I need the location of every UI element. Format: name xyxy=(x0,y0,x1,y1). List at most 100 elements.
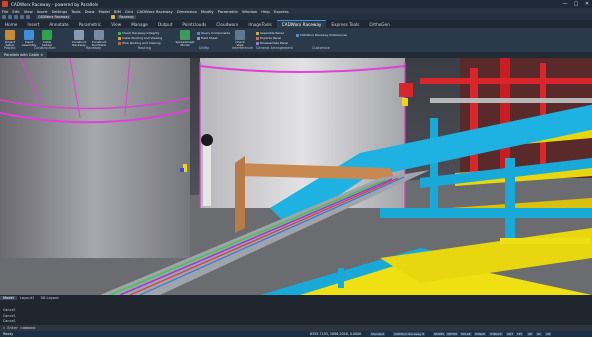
construct-raceway-icon xyxy=(74,30,84,40)
workspace-select[interactable]: CADWorx Raceway xyxy=(36,15,72,19)
construct-ductbank-icon xyxy=(94,30,104,40)
menu-parametric[interactable]: Parametric xyxy=(218,9,239,14)
tab-orthogen[interactable]: OrthoGen xyxy=(364,21,394,28)
disassemble-panel-button[interactable]: Disassemble Panel xyxy=(256,41,288,45)
menu-model[interactable]: Model xyxy=(98,9,109,14)
status-osnap[interactable]: OSNAP xyxy=(474,332,486,336)
project-icon xyxy=(5,30,15,40)
spreadsheet-icon xyxy=(180,30,190,40)
status-sc[interactable]: SC xyxy=(536,332,542,336)
check-integrity-button[interactable]: Check Raceway Integrity xyxy=(118,31,159,35)
menu-cadworx-raceway[interactable]: CADWorx Raceway xyxy=(137,9,173,14)
app-logo-icon xyxy=(2,1,8,7)
status-polar[interactable]: POLAR xyxy=(460,332,472,336)
menu-edit[interactable]: Edit xyxy=(12,9,19,14)
tab-insert[interactable]: Insert xyxy=(22,21,44,28)
explode-icon xyxy=(256,36,259,40)
tab-annotate[interactable]: Annotate xyxy=(44,21,73,28)
status-bar: Ready 6355.7193, 1896.2026, 0.0000 Stand… xyxy=(0,331,592,337)
explode-panel-button[interactable]: Explode Panel xyxy=(256,36,281,40)
status-workspace[interactable]: CADWorx Raceway 8 xyxy=(393,332,426,336)
spreadsheet-model-button[interactable]: Spreadsheet Model xyxy=(176,30,194,48)
tab-parametric[interactable]: Parametric xyxy=(74,21,107,28)
wire-routing-button[interactable]: Wire Routing and Viewing xyxy=(118,41,161,45)
cable-ladder-icon xyxy=(42,30,52,40)
menu-express[interactable]: Express xyxy=(274,9,289,14)
menu-dimension[interactable]: Dimension xyxy=(177,9,197,14)
redo-icon[interactable] xyxy=(26,15,30,19)
panel-label-project: Project xyxy=(4,46,16,50)
tab-imagetools[interactable]: ImageTools xyxy=(243,21,276,28)
status-otrack[interactable]: OTRACK xyxy=(489,332,503,336)
tab-3d-layout[interactable]: 3D Layout xyxy=(37,296,61,300)
tab-output[interactable]: Output xyxy=(153,21,178,28)
open-icon[interactable] xyxy=(8,15,12,19)
menu-bim[interactable]: BIM xyxy=(114,9,121,14)
menu-modify[interactable]: Modify xyxy=(201,9,214,14)
menu-file[interactable]: File xyxy=(2,9,8,14)
tab-layout1[interactable]: Layout1 xyxy=(17,296,38,300)
panel-label-general-arrangement: General Arrangement xyxy=(256,46,293,50)
3d-scene xyxy=(0,58,592,295)
command-history-line: Cancel xyxy=(3,319,16,323)
query-icon xyxy=(197,31,200,35)
layer-select[interactable]: Raceway xyxy=(117,15,136,19)
window-title: CADWorx Raceway - powered by Parallels xyxy=(11,1,99,7)
disassemble-icon xyxy=(256,41,259,45)
tab-model[interactable]: Model xyxy=(0,296,17,300)
menu-settings[interactable]: Settings xyxy=(52,9,68,14)
command-history-line: Cancel xyxy=(3,308,16,312)
tab-view[interactable]: View xyxy=(106,21,126,28)
status-model[interactable]: MODEL xyxy=(433,332,446,336)
menu-draw[interactable]: Draw xyxy=(85,9,95,14)
menu-grid[interactable]: Grid xyxy=(125,9,133,14)
assemble-panel-button[interactable]: Assemble Panel xyxy=(256,31,284,35)
field-sheet-button[interactable]: Field Sheet xyxy=(197,36,218,40)
status-tpy[interactable]: TPY xyxy=(516,332,524,336)
panel-label-interference: Interference xyxy=(232,46,253,50)
ribbon-tabs: Home Insert Annotate Parametric View Man… xyxy=(0,20,592,28)
command-window: Cancel Cancel Cancel » Enter command xyxy=(0,301,592,331)
status-am[interactable]: AM xyxy=(545,332,552,336)
menu-window[interactable]: Window xyxy=(242,9,257,14)
pipe-vertical[interactable] xyxy=(203,136,211,206)
tank-left[interactable] xyxy=(0,58,190,258)
save-icon[interactable] xyxy=(14,15,18,19)
menu-insert[interactable]: Insert xyxy=(37,9,48,14)
tab-express-tools[interactable]: Express Tools xyxy=(326,21,364,28)
check-view-icon xyxy=(235,30,245,40)
field-sheet-icon xyxy=(197,36,200,40)
tab-cloudworx[interactable]: Cloudworx xyxy=(211,21,243,28)
title-bar: CADWorx Raceway - powered by Parallels —… xyxy=(0,0,592,8)
new-icon[interactable] xyxy=(2,15,6,19)
ribbon-panel: Project Setup Insert Assembly Cable Ladd… xyxy=(0,28,592,53)
tab-pointclouds[interactable]: Pointclouds xyxy=(177,21,211,28)
command-history-line: Cancel xyxy=(3,314,16,318)
panel-label-construction: Construction xyxy=(34,46,56,50)
preferences-button[interactable]: CADWorx Raceway Preferences xyxy=(296,33,347,37)
check-icon xyxy=(118,31,121,35)
menu-view[interactable]: View xyxy=(24,9,33,14)
menu-help[interactable]: Help xyxy=(261,9,270,14)
cable-routing-button[interactable]: Cable Routing and Viewing xyxy=(118,36,162,40)
menu-tools[interactable]: Tools xyxy=(71,9,80,14)
query-components-button[interactable]: Query Components xyxy=(197,31,230,35)
wire-icon xyxy=(118,41,121,45)
status-lwt[interactable]: LWT xyxy=(506,332,514,336)
tab-manage[interactable]: Manage xyxy=(126,21,153,28)
status-standard[interactable]: Standard xyxy=(370,332,386,336)
model-viewport[interactable] xyxy=(0,58,592,295)
assembly-icon xyxy=(24,30,34,40)
tab-cadworx-raceway[interactable]: CADWorx Raceway xyxy=(276,20,327,28)
minimize-button[interactable]: — xyxy=(560,0,570,8)
status-ortho[interactable]: ORTHO xyxy=(446,332,459,336)
cable-icon xyxy=(118,36,121,40)
tab-home[interactable]: Home xyxy=(0,21,22,28)
maximize-button[interactable]: □ xyxy=(571,0,581,8)
close-button[interactable]: ✕ xyxy=(582,0,592,8)
command-prompt: » Enter command xyxy=(3,326,36,330)
undo-icon[interactable] xyxy=(20,15,24,19)
status-qp[interactable]: QP xyxy=(527,332,534,336)
layer-icon xyxy=(111,15,116,19)
panel-label-utility: Utility xyxy=(199,46,209,50)
